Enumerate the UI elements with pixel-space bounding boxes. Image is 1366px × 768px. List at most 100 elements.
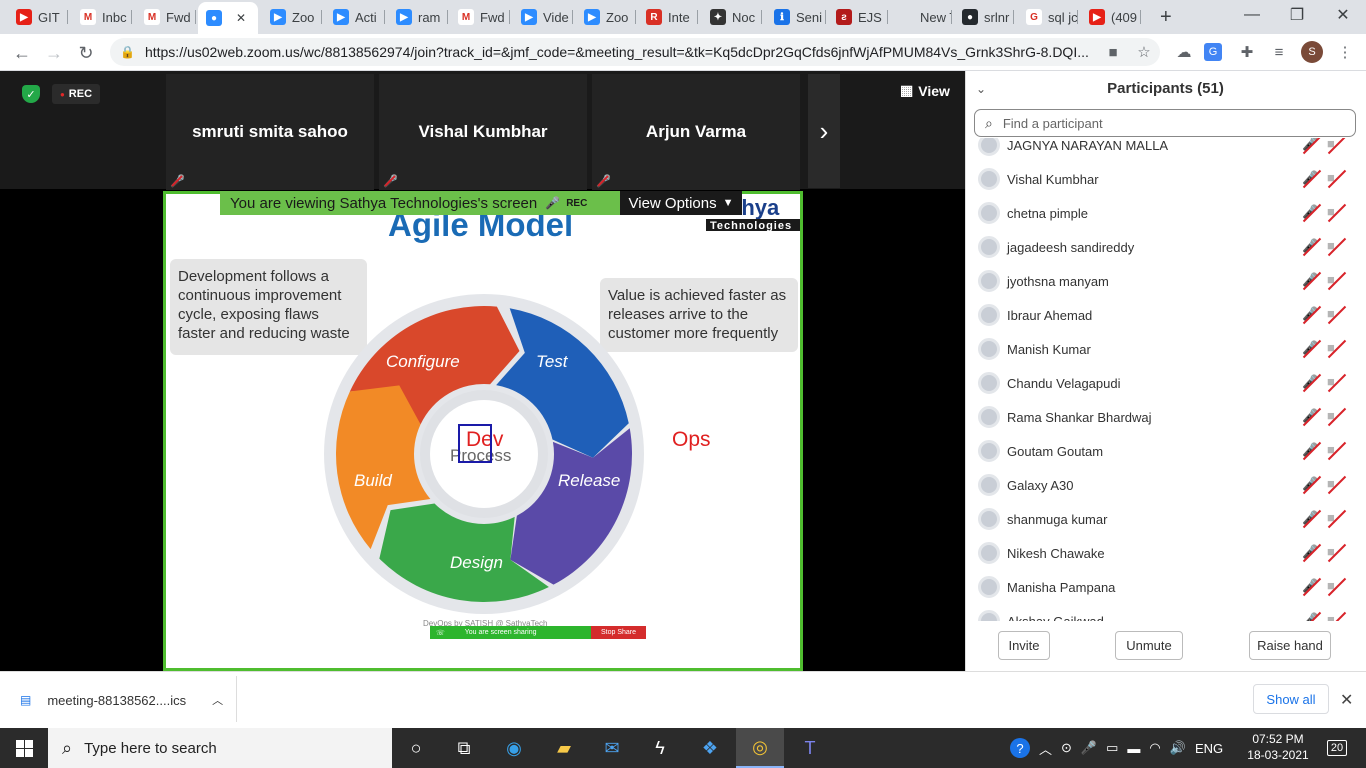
video-tile[interactable]: Arjun Varma 🎤 — [592, 74, 800, 190]
browser-tab[interactable]: ▶ (409 — [1081, 4, 1141, 30]
participant-row[interactable]: Manish Kumar 🎤■ — [965, 332, 1366, 366]
participant-row[interactable]: Ibraur Ahemad 🎤■ — [965, 298, 1366, 332]
participant-row[interactable]: Vishal Kumbhar 🎤■ — [965, 162, 1366, 196]
volume-icon[interactable]: 🔊 — [1170, 740, 1186, 756]
chevron-up-icon[interactable]: ︿ — [212, 692, 223, 708]
browser-tab[interactable]: ▶ Acti — [325, 4, 385, 30]
participant-row[interactable]: Galaxy A30 🎤■ — [965, 468, 1366, 502]
chevron-up-icon[interactable]: ︿ — [1039, 739, 1052, 758]
next-page-icon[interactable]: › — [808, 74, 840, 188]
windows-logo-icon — [15, 739, 33, 757]
browser-tab[interactable]: ● ✕ — [198, 2, 258, 34]
participant-row[interactable]: Manisha Pampana 🎤■ — [965, 570, 1366, 604]
new-tab-button[interactable]: + — [1152, 4, 1178, 30]
windows-start-button[interactable] — [0, 728, 48, 768]
stop-share-button[interactable]: Stop Share — [591, 626, 646, 639]
wifi-icon[interactable]: ◠ — [1149, 740, 1160, 756]
video-off-icon: ■ — [1327, 543, 1351, 563]
download-item[interactable]: ▤ meeting-88138562....ics ︿ — [20, 692, 223, 708]
stop-share-label: Stop Share — [600, 629, 637, 636]
browser-tab[interactable]: ▶ Zoo — [262, 4, 322, 30]
browser-tab[interactable]: R Inte — [638, 4, 698, 30]
cloud-icon[interactable]: ☁ — [1173, 41, 1195, 63]
close-tab-icon[interactable]: ✕ — [236, 11, 246, 25]
show-all-label: Show all — [1266, 691, 1316, 707]
chevron-down-icon: ▼ — [722, 197, 734, 209]
dropbox-icon[interactable]: ❖ — [686, 728, 734, 768]
participant-row[interactable]: Nikesh Chawake 🎤■ — [965, 536, 1366, 570]
participant-search-input[interactable]: ⌕ Find a participant — [974, 109, 1356, 137]
recording-badge[interactable]: ● REC — [52, 84, 100, 104]
browser-tab[interactable]: New Tab — [890, 4, 952, 30]
browser-tab[interactable]: Gsql jc — [1018, 4, 1078, 30]
encryption-shield-icon[interactable]: ✓ — [22, 85, 40, 103]
camera-blocked-icon[interactable]: ■ — [1102, 41, 1124, 63]
address-bar[interactable]: 🔒 https://us02web.zoom.us/wc/88138562974… — [110, 38, 1160, 66]
participant-row[interactable]: jyothsna manyam 🎤■ — [965, 264, 1366, 298]
participant-row[interactable]: chetna pimple 🎤■ — [965, 196, 1366, 230]
teams-icon[interactable]: T — [786, 728, 834, 768]
task-view-icon[interactable]: ⧉ — [440, 728, 488, 768]
camera-icon[interactable]: ⊙ — [1061, 740, 1072, 756]
clock[interactable]: 07:52 PM 18-03-2021 — [1246, 731, 1310, 763]
minimize-button[interactable]: — — [1229, 0, 1275, 30]
close-window-button[interactable]: ✕ — [1320, 0, 1366, 30]
file-explorer-icon[interactable]: ▰ — [540, 728, 588, 768]
reading-list-icon[interactable]: ≡ — [1268, 41, 1290, 63]
close-icon[interactable]: ✕ — [1340, 690, 1353, 710]
view-options-button[interactable]: View Options ▼ — [620, 191, 742, 215]
reload-icon[interactable]: ↻ — [72, 39, 100, 67]
show-all-button[interactable]: Show all — [1253, 684, 1329, 714]
browser-tab[interactable]: ▶ Vide — [513, 4, 573, 30]
translate-icon[interactable]: G — [1204, 43, 1222, 61]
browser-tab[interactable]: M Fwd — [136, 4, 196, 30]
view-layout-button[interactable]: ▦ View — [900, 82, 950, 99]
notification-center-icon[interactable]: 20 — [1322, 736, 1352, 760]
display-icon[interactable]: ▭ — [1106, 740, 1118, 756]
mail-icon[interactable]: ✉ — [588, 728, 636, 768]
browser-tab[interactable]: M Inbc — [72, 4, 132, 30]
back-icon[interactable]: ← — [8, 39, 36, 67]
participant-row[interactable]: shanmuga kumar 🎤■ — [965, 502, 1366, 536]
browser-tab[interactable]: ℹ Seni — [766, 4, 826, 30]
profile-avatar[interactable]: S — [1301, 41, 1323, 63]
browser-tab[interactable]: ▶ Zoo — [576, 4, 636, 30]
battery-icon[interactable]: ▬ — [1127, 741, 1140, 756]
forward-icon[interactable]: → — [40, 39, 68, 67]
mic-muted-icon: 🎤 — [1302, 543, 1322, 563]
video-tile[interactable]: Vishal Kumbhar 🎤 — [379, 74, 587, 190]
menu-icon[interactable]: ⋮ — [1334, 41, 1356, 63]
extensions-icon[interactable]: ✚ — [1236, 41, 1258, 63]
browser-tab[interactable]: ● srlnr — [954, 4, 1014, 30]
screen-sharing-bar[interactable]: ☏ You are screen sharing Stop Share — [430, 626, 646, 639]
microphone-icon[interactable]: 🎤 — [1081, 740, 1097, 756]
lock-icon: 🔒 — [120, 45, 135, 59]
cortana-icon[interactable]: ○ — [392, 728, 440, 768]
tab-label: New Tab — [920, 9, 952, 25]
unmute-button[interactable]: Unmute — [1115, 631, 1183, 660]
bookmark-star-icon[interactable]: ☆ — [1133, 41, 1155, 63]
taskbar-search-input[interactable]: ⌕ Type here to search — [48, 728, 392, 768]
help-icon[interactable]: ? — [1010, 738, 1030, 758]
avatar — [978, 338, 1000, 360]
raise-hand-button[interactable]: Raise hand — [1249, 631, 1331, 660]
browser-tab[interactable]: ▶ GIT — [8, 4, 68, 30]
participant-row[interactable]: Akshay Gaikwad 🎤 ■ — [965, 604, 1366, 621]
browser-tab[interactable]: M Fwd — [450, 4, 510, 30]
participant-row[interactable]: Chandu Velagapudi 🎤■ — [965, 366, 1366, 400]
participant-row[interactable]: JAGNYA NARAYAN MALLA 🎤 ■ — [965, 138, 1366, 162]
participant-row[interactable]: jagadeesh sandireddy 🎤■ — [965, 230, 1366, 264]
browser-tab[interactable]: ▶ ram — [388, 4, 448, 30]
edge-icon[interactable]: ◉ — [490, 728, 538, 768]
participant-row[interactable]: Rama Shankar Bhardwaj 🎤■ — [965, 400, 1366, 434]
browser-tab[interactable]: ✦ Noc — [702, 4, 762, 30]
chrome-icon[interactable]: ◎ — [736, 728, 784, 768]
browser-tab[interactable]: ƨ EJS — [828, 4, 888, 30]
maximize-button[interactable]: ❐ — [1274, 0, 1320, 30]
participant-name: JAGNYA NARAYAN MALLA — [1007, 138, 1169, 153]
invite-button[interactable]: Invite — [998, 631, 1050, 660]
language-indicator[interactable]: ENG — [1195, 741, 1223, 756]
video-tile[interactable]: smruti smita sahoo 🎤 — [166, 74, 374, 190]
participant-row[interactable]: Goutam Goutam 🎤■ — [965, 434, 1366, 468]
app-bolt-icon[interactable]: ϟ — [636, 728, 684, 768]
